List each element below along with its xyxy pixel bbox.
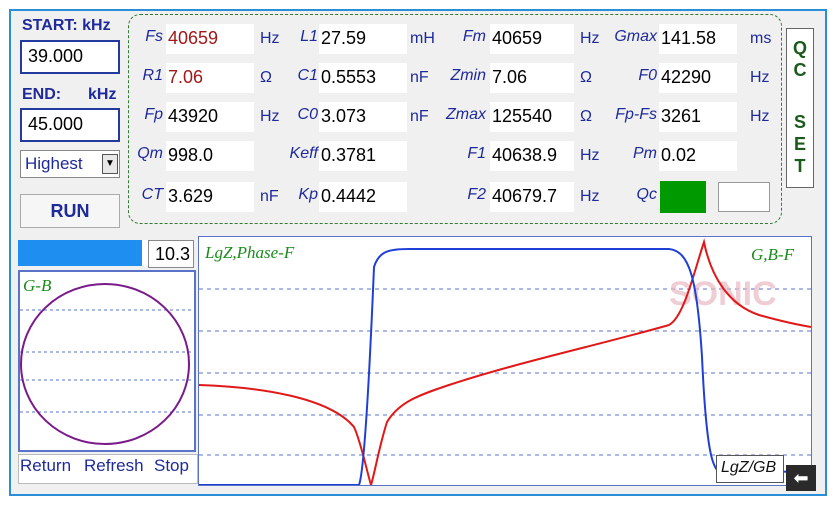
- param-value-ct: 3.629: [166, 182, 254, 212]
- param-label-fp: Fp: [144, 106, 163, 123]
- param-unit-fpfs: Hz: [750, 108, 770, 125]
- qc-set-letter: T: [794, 156, 806, 176]
- param-label-f1: F1: [467, 145, 486, 162]
- qc-set-letter: Q: [792, 38, 807, 58]
- param-label-f2: F2: [467, 186, 486, 203]
- gb-circle: [20, 283, 190, 445]
- return-button[interactable]: Return: [20, 456, 71, 476]
- param-value-fs: 40659: [166, 24, 254, 54]
- param-label-qc: Qc: [636, 186, 657, 203]
- param-value-f1: 40638.9: [490, 141, 574, 171]
- graph-right-title: G,B-F: [751, 245, 794, 264]
- stop-button[interactable]: Stop: [154, 456, 189, 476]
- param-value-kp: 0.4442: [319, 182, 407, 212]
- param-unit-f0: Hz: [750, 69, 770, 86]
- param-value-pm: 0.02: [659, 141, 737, 171]
- param-value-zmin: 7.06: [490, 63, 574, 93]
- param-value-zmax: 125540: [490, 102, 574, 132]
- param-label-gmax: Gmax: [614, 28, 657, 45]
- refresh-button[interactable]: Refresh: [84, 456, 144, 476]
- param-value-f2: 40679.7: [490, 182, 574, 212]
- watermark-logo: SONIC: [669, 275, 777, 313]
- graph-canvas: SONIC: [199, 238, 811, 485]
- param-label-zmax: Zmax: [446, 106, 486, 123]
- param-label-kp: Kp: [298, 186, 318, 203]
- progress-value: 10.3: [148, 240, 194, 268]
- progress-fill: [18, 240, 142, 266]
- graph-gridlines: [199, 288, 811, 456]
- param-label-zmin: Zmin: [450, 67, 486, 84]
- param-unit-gmax: ms: [750, 30, 772, 47]
- param-label-keff: Keff: [289, 145, 318, 162]
- qc-set-letter: C: [793, 60, 807, 80]
- param-label-c1: C1: [297, 67, 318, 84]
- qc-set-button[interactable]: Q C S E T: [786, 28, 814, 188]
- param-value-fp: 43920: [166, 102, 254, 132]
- mode-select-value: Highest: [25, 154, 83, 173]
- param-value-c0: 3.073: [319, 102, 407, 132]
- param-label-f0: F0: [638, 67, 657, 84]
- param-value-fpfs: 3261: [659, 102, 737, 132]
- back-arrow-icon[interactable]: ⬅: [786, 465, 816, 491]
- graph-left-title: LgZ,Phase-F: [205, 243, 295, 262]
- param-value-r1: 7.06: [166, 63, 254, 93]
- param-label-fs: Fs: [145, 28, 163, 45]
- end-label: END:: [22, 86, 62, 103]
- param-label-l1: L1: [300, 28, 318, 45]
- qc-status-indicator: [660, 181, 706, 213]
- param-label-fpfs: Fp-Fs: [615, 106, 657, 123]
- gb-plot: G-B: [18, 270, 196, 452]
- param-value-keff: 0.3781: [319, 141, 407, 171]
- param-value-qm: 998.0: [166, 141, 254, 171]
- qc-set-letter: S: [793, 112, 806, 132]
- main-graph: SONIC LgZ,Phase-F G,B-F: [198, 236, 812, 486]
- param-label-fm: Fm: [462, 28, 486, 45]
- param-label-r1: R1: [142, 67, 163, 84]
- param-value-l1: 27.59: [319, 24, 407, 54]
- qc-set-letter: E: [793, 134, 806, 154]
- qc-blank-field: [718, 182, 770, 212]
- end-unit-label: kHz: [88, 86, 117, 103]
- gb-plot-canvas: [20, 283, 194, 445]
- param-value-c1: 0.5553: [319, 63, 407, 93]
- progress-bar: [18, 240, 148, 266]
- param-value-gmax: 141.58: [659, 24, 737, 54]
- param-value-fm: 40659: [490, 24, 574, 54]
- param-label-qm: Qm: [137, 145, 163, 162]
- param-value-f0: 42290: [659, 63, 737, 93]
- param-label-ct: CT: [141, 186, 163, 203]
- param-label-pm: Pm: [633, 145, 657, 162]
- lgz-gb-toggle-button[interactable]: LgZ/GB: [716, 455, 784, 483]
- param-label-c0: C0: [297, 106, 318, 123]
